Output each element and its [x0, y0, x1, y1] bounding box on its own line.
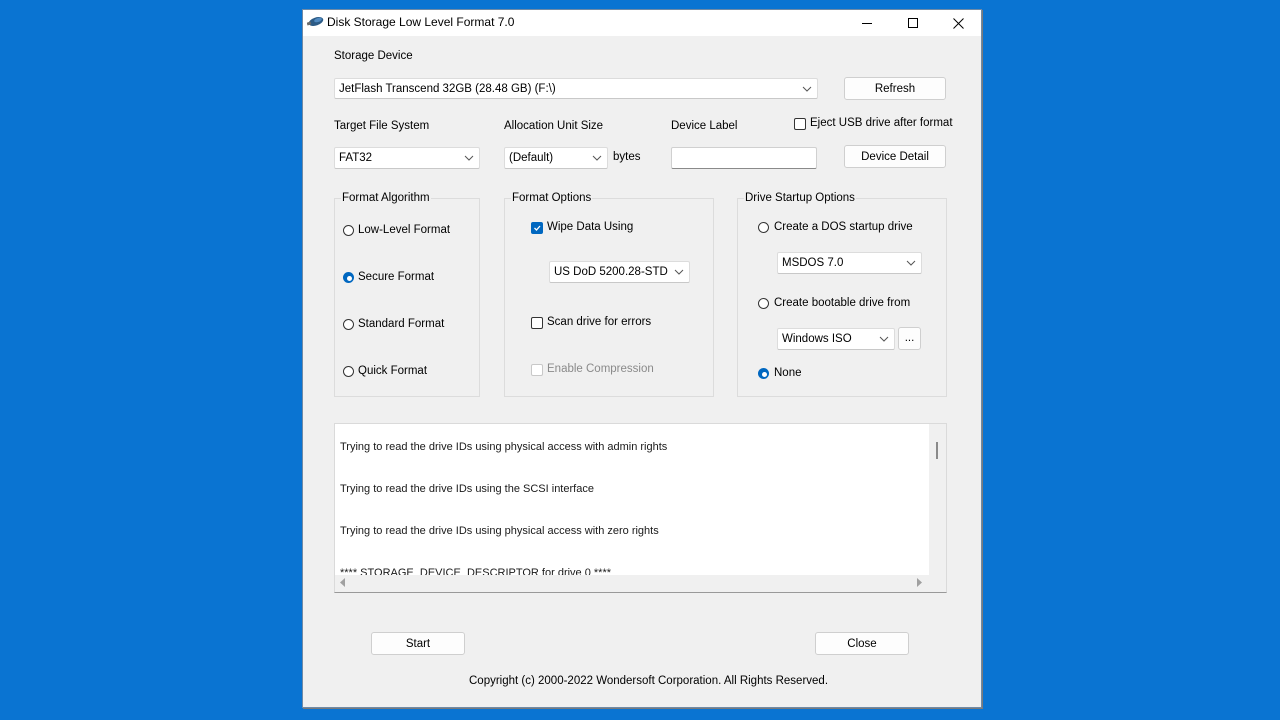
start-button[interactable]: Start [371, 632, 465, 655]
close-window-button[interactable] [935, 10, 981, 36]
chevron-down-icon [674, 269, 684, 275]
checkmark-icon [534, 225, 541, 231]
vertical-scrollbar-thumb[interactable] [936, 442, 938, 459]
drive-startup-options-group: Drive Startup Options Create a DOS start… [737, 192, 947, 397]
quick-format-radio[interactable] [343, 366, 354, 377]
chevron-down-icon [592, 155, 602, 161]
chevron-down-icon [464, 155, 474, 161]
bootable-drive-label: Create bootable drive from [774, 297, 911, 309]
scan-drive-checkbox[interactable] [531, 317, 543, 329]
bootable-source-value: Windows ISO [782, 333, 852, 345]
chevron-down-icon [906, 260, 916, 266]
dos-startup-radio[interactable] [758, 222, 769, 233]
minimize-icon [862, 23, 872, 24]
format-options-group: Format Options Wipe Data Using US DoD 52… [504, 192, 714, 397]
low-level-format-label: Low-Level Format [358, 224, 451, 236]
browse-button[interactable]: ... [898, 327, 921, 350]
standard-format-radio[interactable] [343, 319, 354, 330]
allocation-unit-size-label: Allocation Unit Size [504, 120, 604, 132]
wipe-data-label: Wipe Data Using [547, 221, 634, 233]
dos-version-value: MSDOS 7.0 [782, 257, 844, 269]
target-file-system-dropdown[interactable]: FAT32 [334, 147, 480, 169]
device-label-input[interactable] [671, 147, 817, 169]
bytes-unit-label: bytes [613, 151, 641, 163]
allocation-unit-size-value: (Default) [509, 152, 554, 164]
log-output[interactable]: Trying to read the drive IDs using physi… [334, 423, 947, 593]
log-text-area[interactable]: Trying to read the drive IDs using physi… [335, 424, 929, 575]
eject-usb-checkbox[interactable] [794, 118, 806, 130]
maximize-icon [908, 18, 918, 28]
close-button[interactable]: Close [815, 632, 909, 655]
device-detail-button[interactable]: Device Detail [844, 145, 946, 168]
format-options-title: Format Options [511, 192, 593, 204]
standard-format-label: Standard Format [358, 318, 445, 330]
chevron-down-icon [879, 336, 889, 342]
bootable-drive-radio[interactable] [758, 298, 769, 309]
copyright-text: Copyright (c) 2000-2022 Wondersoft Corpo… [469, 675, 829, 687]
bootable-source-dropdown[interactable]: Windows ISO [777, 328, 895, 350]
storage-device-dropdown[interactable]: JetFlash Transcend 32GB (28.48 GB) (F:\) [334, 78, 818, 99]
window-title: Disk Storage Low Level Format 7.0 [327, 15, 515, 29]
dos-startup-label: Create a DOS startup drive [774, 221, 913, 233]
secure-format-label: Secure Format [358, 271, 435, 283]
title-bar[interactable]: Disk Storage Low Level Format 7.0 [303, 10, 981, 36]
chevron-down-icon [802, 86, 812, 92]
device-label-label: Device Label [671, 120, 738, 132]
format-algorithm-title: Format Algorithm [341, 192, 431, 204]
format-algorithm-group: Format Algorithm Low-Level Format Secure… [334, 192, 480, 397]
log-line: **** STORAGE_DEVICE_DESCRIPTOR for drive… [340, 567, 612, 575]
app-window: Disk Storage Low Level Format 7.0 Storag… [303, 10, 981, 707]
storage-device-value: JetFlash Transcend 32GB (28.48 GB) (F:\) [339, 82, 556, 95]
quick-format-label: Quick Format [358, 365, 428, 377]
minimize-button[interactable] [844, 10, 890, 36]
secure-format-radio[interactable] [343, 272, 354, 283]
wipe-method-value: US DoD 5200.28-STD [554, 266, 668, 278]
wipe-method-dropdown[interactable]: US DoD 5200.28-STD [549, 261, 690, 283]
log-line: Trying to read the drive IDs using the S… [340, 483, 594, 495]
log-line: Trying to read the drive IDs using physi… [340, 441, 668, 453]
usb-drive-icon [307, 17, 324, 26]
maximize-button[interactable] [890, 10, 936, 36]
scroll-left-icon[interactable] [340, 578, 346, 587]
scan-drive-label: Scan drive for errors [547, 316, 652, 328]
enable-compression-checkbox[interactable] [531, 364, 543, 376]
refresh-button[interactable]: Refresh [844, 77, 946, 100]
target-file-system-label: Target File System [334, 120, 430, 132]
eject-usb-label: Eject USB drive after format [810, 117, 953, 129]
enable-compression-label: Enable Compression [547, 363, 654, 375]
drive-startup-options-title: Drive Startup Options [744, 192, 856, 204]
dos-version-dropdown[interactable]: MSDOS 7.0 [777, 252, 922, 274]
wipe-data-checkbox[interactable] [531, 222, 543, 234]
none-label: None [774, 367, 802, 379]
log-line: Trying to read the drive IDs using physi… [340, 525, 659, 537]
storage-device-label: Storage Device [334, 50, 413, 62]
target-file-system-value: FAT32 [339, 152, 373, 164]
low-level-format-radio[interactable] [343, 225, 354, 236]
close-icon [952, 17, 964, 29]
none-radio[interactable] [758, 368, 769, 379]
allocation-unit-size-dropdown[interactable]: (Default) [504, 147, 608, 169]
scroll-right-icon[interactable] [917, 578, 923, 587]
